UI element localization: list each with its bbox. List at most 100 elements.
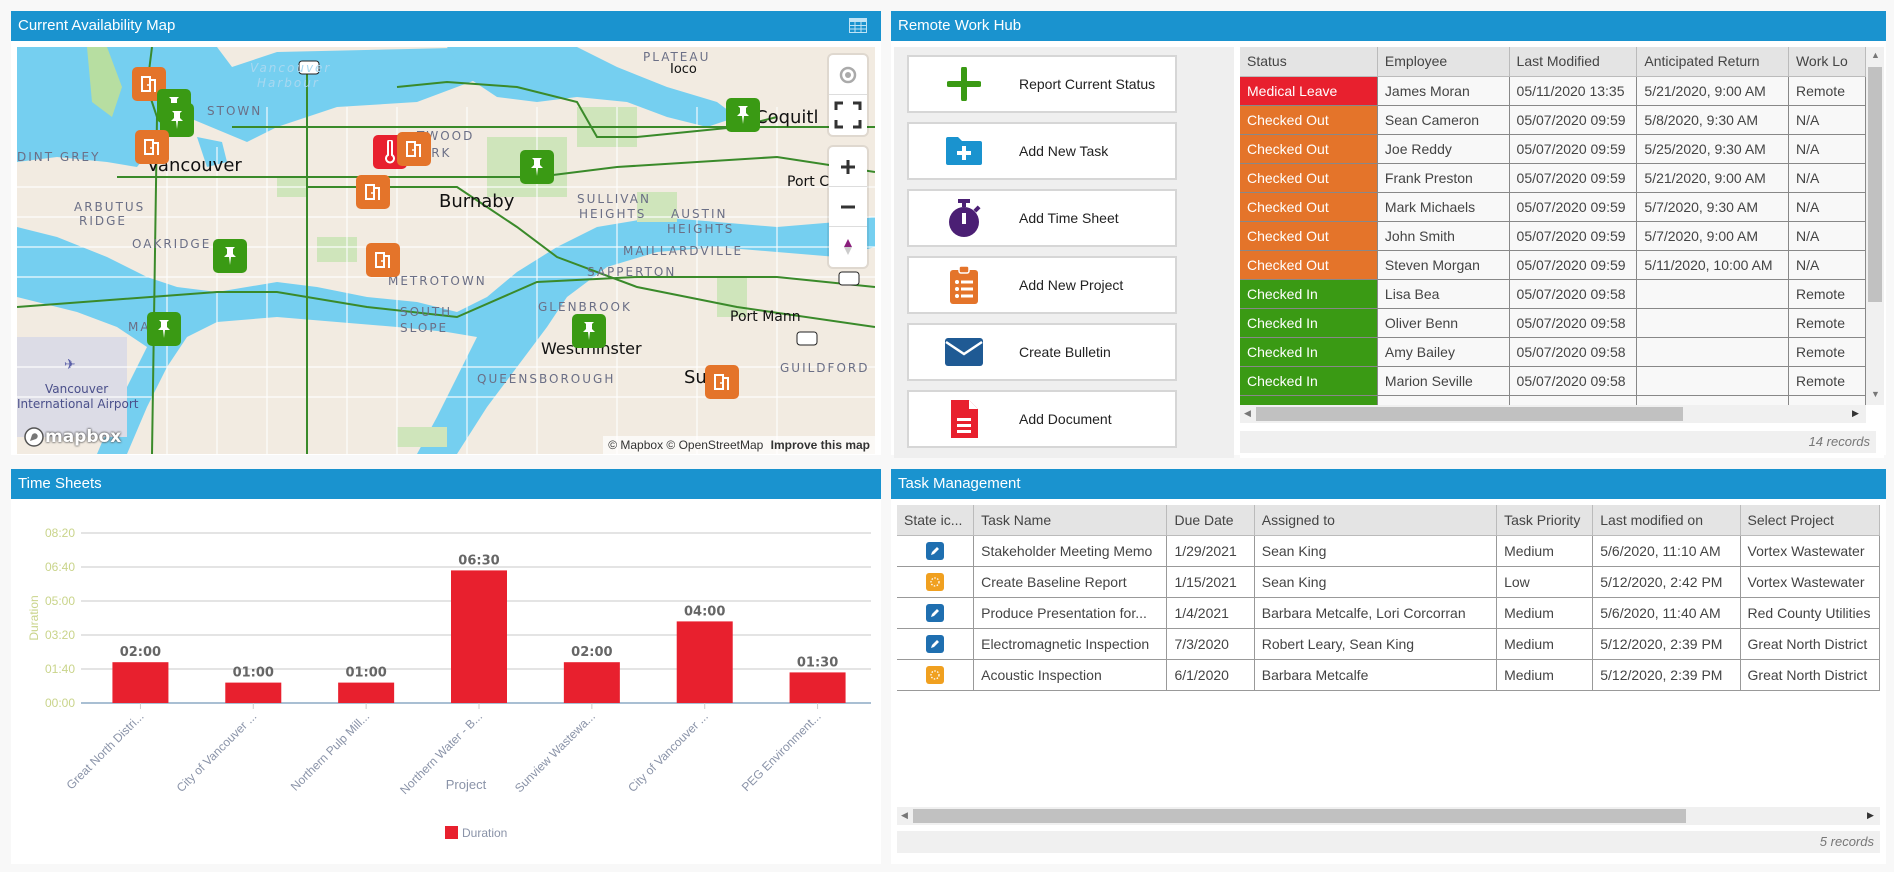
employee-row[interactable]: Checked In Amy Bailey 05/07/2020 09:58 Remo… <box>1240 337 1866 367</box>
cell-last-modified: 05/07/2020 09:59 <box>1509 192 1638 222</box>
map-marker-checked-in[interactable] <box>726 98 760 132</box>
col-header-state-icon[interactable]: State ic... <box>897 505 975 536</box>
employee-row[interactable]: Checked In Marion Seville 05/07/2020 09:58… <box>1240 366 1866 396</box>
col-header-anticipated-return[interactable]: Anticipated Return <box>1636 47 1789 77</box>
task-row[interactable]: Acoustic Inspection 6/1/2020 Barbara Metca… <box>897 659 1880 691</box>
map-canvas[interactable]: ✈ Vancouver Harbour PLATEAU Ioco STOWN D… <box>17 47 875 454</box>
report-current-status-button[interactable]: Report Current Status <box>907 55 1177 113</box>
col-header-last-modified[interactable]: Last Modified <box>1509 47 1638 77</box>
cell-assigned: Barbara Metcalfe, Lori Corcorran <box>1254 597 1498 629</box>
scroll-left-arrow[interactable]: ◀ <box>1244 408 1251 419</box>
map-marker-checked-out[interactable] <box>705 365 739 399</box>
task-scroll-left-arrow[interactable]: ◀ <box>901 810 908 821</box>
map-marker-checked-out[interactable] <box>366 243 400 277</box>
task-record-count: 5 records <box>897 831 1880 853</box>
map-label-airport-2: International Airport <box>17 397 139 411</box>
col-header-due-date[interactable]: Due Date <box>1166 505 1255 536</box>
cell-anticipated-return: 5/11/2020, 10:00 AM <box>1636 250 1789 280</box>
col-header-task-priority[interactable]: Task Priority <box>1496 505 1594 536</box>
col-header-task-name[interactable]: Task Name <box>973 505 1168 536</box>
zoom-in-button[interactable] <box>829 147 867 187</box>
map-label-sullivan-heights: HEIGHTS <box>579 207 647 221</box>
employee-row[interactable]: Checked Out John Smith 05/07/2020 09:59 5/7… <box>1240 221 1866 251</box>
map-marker-checked-out[interactable] <box>135 130 169 164</box>
map-marker-checked-in[interactable] <box>213 239 247 273</box>
scroll-up-arrow[interactable]: ▲ <box>1871 50 1880 60</box>
add-new-project-button[interactable]: Add New Project <box>907 256 1177 314</box>
col-header-assigned-to[interactable]: Assigned to <box>1254 505 1498 536</box>
employee-row[interactable]: Checked Out Joe Reddy 05/07/2020 09:59 5/25… <box>1240 134 1866 164</box>
compass-button[interactable] <box>829 227 867 267</box>
add-document-button[interactable]: Add Document <box>907 390 1177 448</box>
zoom-out-button[interactable] <box>829 187 867 227</box>
employee-row[interactable]: Checked Out Mark Michaels 05/07/2020 09:59… <box>1240 192 1866 222</box>
add-time-sheet-button[interactable]: Add Time Sheet <box>907 189 1177 247</box>
col-header-employee[interactable]: Employee <box>1377 47 1510 77</box>
cell-work-location: Remote <box>1788 395 1866 405</box>
cell-state-icon <box>897 566 975 598</box>
employee-row[interactable]: Checked In Oliver Benn 05/07/2020 09:58 Rem… <box>1240 308 1866 338</box>
fullscreen-button[interactable] <box>829 95 867 135</box>
improve-map-link[interactable]: Improve this map <box>771 438 870 452</box>
employee-row[interactable]: Medical Leave James Moran 05/11/2020 13:35… <box>1240 76 1866 106</box>
vertical-scrollbar[interactable]: ▲ ▼ <box>1866 47 1884 405</box>
cell-last-modified: 05/07/2020 09:58 <box>1509 337 1638 367</box>
door-exit-icon <box>714 374 729 390</box>
horizontal-scrollbar[interactable]: ◀ ▶ <box>1240 405 1866 423</box>
geolocate-button[interactable] <box>829 55 867 95</box>
map-marker-checked-in[interactable] <box>147 312 181 346</box>
dotted-circle-icon <box>926 572 945 591</box>
action-label: Add Time Sheet <box>1019 210 1119 226</box>
scroll-right-arrow[interactable]: ▶ <box>1852 408 1859 419</box>
cell-last-modified: 05/07/2020 09:59 <box>1509 134 1638 164</box>
plus-icon <box>841 159 855 174</box>
map-label-maillardville: MAILLARDVILLE <box>623 244 744 258</box>
map-marker-checked-in[interactable] <box>520 150 554 184</box>
cell-work-location: N/A <box>1788 134 1866 164</box>
grid-table-icon[interactable] <box>849 18 867 33</box>
task-panel-header: Task Management <box>891 469 1886 499</box>
cell-state-icon <box>897 628 975 660</box>
create-bulletin-button[interactable]: Create Bulletin <box>907 323 1177 381</box>
cell-modified: 5/12/2020, 2:42 PM <box>1592 566 1741 598</box>
cell-last-modified: 05/11/2020 13:35 <box>1509 76 1638 106</box>
col-header-select-project[interactable]: Select Project <box>1740 505 1880 536</box>
employee-row[interactable]: Checked In Lisa Bea 05/07/2020 09:58 Remote <box>1240 279 1866 309</box>
task-row[interactable]: Create Baseline Report 1/15/2021 Sean King… <box>897 566 1880 598</box>
employee-row[interactable]: Checked Out Sean Cameron 05/07/2020 09:59 5… <box>1240 105 1866 135</box>
x-tick-label: Northern Pulp Mill... <box>288 709 372 793</box>
col-header-work-location[interactable]: Work Lo <box>1788 47 1866 77</box>
attribution-text[interactable]: © Mapbox © OpenStreetMap <box>608 438 763 452</box>
task-horizontal-scrollbar[interactable]: ◀ ▶ <box>897 807 1880 825</box>
action-label: Create Bulletin <box>1019 344 1111 360</box>
vertical-scrollbar-thumb[interactable] <box>1868 67 1882 302</box>
col-header-last-modified-on[interactable]: Last modified on <box>1592 505 1741 536</box>
task-row[interactable]: Produce Presentation for... 1/4/2021 Barba… <box>897 597 1880 629</box>
employee-row[interactable]: Checked Out Frank Preston 05/07/2020 09:59… <box>1240 163 1866 193</box>
task-scroll-right-arrow[interactable]: ▶ <box>1867 810 1874 821</box>
cell-anticipated-return: 5/21/2020, 9:00 AM <box>1636 76 1789 106</box>
col-header-status[interactable]: Status <box>1240 47 1378 77</box>
x-tick-label: City of Vancouver ... <box>174 709 260 795</box>
map-marker-checked-out[interactable] <box>397 132 431 166</box>
cell-last-modified: 05/07/2020 09:58 <box>1509 366 1638 396</box>
map-marker-checked-out[interactable] <box>356 175 390 209</box>
pencil-icon <box>926 634 945 653</box>
horizontal-scrollbar-thumb[interactable] <box>1256 407 1683 421</box>
employee-row[interactable]: Checked InStephen Ash05/07/2020 09:58 Rem… <box>1240 395 1866 405</box>
map-label-sullivan: SULLIVAN <box>577 192 651 206</box>
map-label-sapperton: SAPPERTON <box>587 265 677 279</box>
scroll-down-arrow[interactable]: ▼ <box>1871 389 1880 399</box>
add-new-task-button[interactable]: Add New Task <box>907 122 1177 180</box>
document-icon <box>951 400 978 438</box>
task-row[interactable]: Stakeholder Meeting Memo 1/29/2021 Sean Ki… <box>897 535 1880 567</box>
hub-panel-header: Remote Work Hub <box>891 11 1886 41</box>
map-marker-checked-in[interactable] <box>572 314 606 348</box>
action-label: Add New Task <box>1019 143 1109 159</box>
bar-value-label: 06:30 <box>458 553 499 568</box>
employee-row[interactable]: Checked Out Steven Morgan 05/07/2020 09:59… <box>1240 250 1866 280</box>
cell-employee: Joe Reddy <box>1377 134 1510 164</box>
mapbox-logo[interactable]: mapbox <box>23 426 121 448</box>
task-horizontal-scrollbar-thumb[interactable] <box>913 809 1686 823</box>
task-row[interactable]: Electromagnetic Inspection 7/3/2020 Robert… <box>897 628 1880 660</box>
